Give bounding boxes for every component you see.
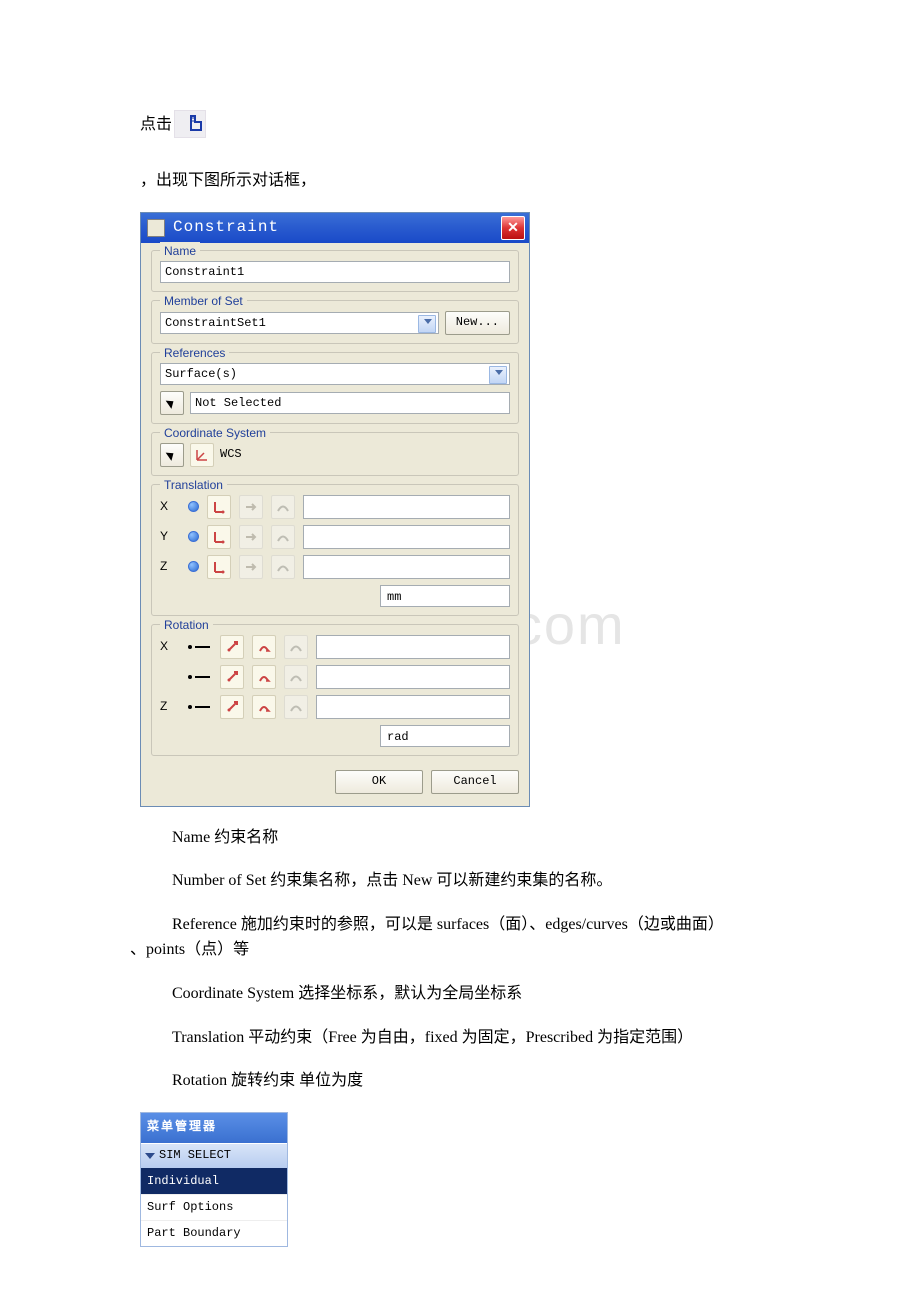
rotation-x-field[interactable] — [316, 635, 510, 659]
menu-header[interactable]: SIM SELECT — [141, 1143, 287, 1168]
free-dot-icon[interactable] — [188, 561, 199, 572]
group-member-title: Member of Set — [160, 292, 247, 311]
coordsys-picker-button[interactable] — [160, 443, 184, 467]
free-dot-icon[interactable] — [188, 501, 199, 512]
axis-label-rz: Z — [160, 697, 180, 716]
rot-prescribed-arrow-icon[interactable] — [252, 695, 276, 719]
prescribed-arrow-icon[interactable] — [239, 525, 263, 549]
group-translation: Translation X Y — [151, 484, 519, 616]
explain-set: Number of Set 约束集名称，点击 New 可以新建约束集的名称。 — [140, 868, 790, 894]
cursor-icon — [166, 397, 177, 409]
explain-coordsys: Coordinate System 选择坐标系，默认为全局坐标系 — [140, 981, 790, 1007]
references-type-dropdown[interactable] — [160, 363, 510, 385]
chevron-down-icon — [145, 1153, 155, 1159]
member-set-dropdown[interactable] — [160, 312, 439, 334]
explain-ref-b: 、points（点）等 — [130, 937, 790, 963]
group-member-of-set: Member of Set New... — [151, 300, 519, 344]
prescribed-curve-icon[interactable] — [271, 495, 295, 519]
free-dot-icon[interactable] — [188, 531, 199, 542]
axis-label-y: Y — [160, 527, 180, 546]
coordsys-value: WCS — [220, 445, 242, 464]
group-rotation: Rotation X Z — [151, 624, 519, 756]
group-references-title: References — [160, 344, 229, 363]
rot-free-icon[interactable] — [188, 672, 212, 682]
dialog-title: Constraint — [173, 215, 501, 241]
menu-title: 菜单管理器 — [141, 1113, 287, 1143]
explain-ref-a: Reference 施加约束时的参照，可以是 surfaces（面）、edges… — [140, 912, 790, 938]
explain-rotation: Rotation 旋转约束 单位为度 — [140, 1068, 790, 1094]
rotation-row-x: X — [160, 635, 510, 659]
axis-label-z: Z — [160, 557, 180, 576]
rot-fixed-anchor-icon[interactable] — [220, 635, 244, 659]
chevron-down-icon — [424, 319, 432, 324]
new-set-button[interactable]: New... — [445, 311, 510, 335]
translation-row-x: X — [160, 495, 510, 519]
menu-header-label: SIM SELECT — [159, 1146, 231, 1165]
dialog-titlebar: Constraint ✕ — [141, 213, 529, 244]
group-translation-title: Translation — [160, 476, 227, 495]
rot-prescribed-arrow-icon[interactable] — [252, 665, 276, 689]
menu-manager: 菜单管理器 SIM SELECT Individual Surf Options… — [140, 1112, 288, 1248]
chevron-down-icon — [495, 370, 503, 375]
select-picker-button[interactable] — [160, 391, 184, 415]
references-type-value[interactable] — [160, 363, 510, 385]
member-set-value[interactable] — [160, 312, 439, 334]
rot-prescribed-curve-icon[interactable] — [284, 695, 308, 719]
translation-y-field[interactable] — [303, 525, 510, 549]
prescribed-arrow-icon[interactable] — [239, 495, 263, 519]
wcs-axes-icon — [190, 443, 214, 467]
prescribed-curve-icon[interactable] — [271, 555, 295, 579]
rot-fixed-anchor-icon[interactable] — [220, 695, 244, 719]
rot-free-icon[interactable] — [188, 702, 212, 712]
explain-name: Name 约束名称 — [140, 825, 790, 851]
fixed-anchor-icon[interactable] — [207, 525, 231, 549]
constraint-tool-icon — [174, 110, 206, 138]
translation-row-z: Z — [160, 555, 510, 579]
rot-prescribed-arrow-icon[interactable] — [252, 635, 276, 659]
menu-item-individual[interactable]: Individual — [141, 1168, 287, 1194]
explain-translation: Translation 平动约束（Free 为自由，fixed 为固定，Pres… — [140, 1025, 790, 1051]
translation-row-y: Y — [160, 525, 510, 549]
ok-button[interactable]: OK — [335, 770, 423, 794]
menu-item-part-boundary[interactable]: Part Boundary — [141, 1220, 287, 1246]
axis-label-x: X — [160, 497, 180, 516]
group-references: References — [151, 352, 519, 424]
rot-prescribed-curve-icon[interactable] — [284, 635, 308, 659]
translation-z-field[interactable] — [303, 555, 510, 579]
system-icon — [147, 219, 165, 237]
close-icon[interactable]: ✕ — [501, 216, 525, 240]
translation-unit[interactable]: mm — [380, 585, 510, 607]
prescribed-curve-icon[interactable] — [271, 525, 295, 549]
rotation-row-y — [160, 665, 510, 689]
rotation-z-field[interactable] — [316, 695, 510, 719]
constraint-dialog: Constraint ✕ Name Member of Set New... — [140, 212, 530, 807]
rotation-unit[interactable]: rad — [380, 725, 510, 747]
rot-free-icon[interactable] — [188, 642, 212, 652]
fixed-anchor-icon[interactable] — [207, 555, 231, 579]
references-status[interactable] — [190, 392, 510, 414]
rotation-row-z: Z — [160, 695, 510, 719]
cursor-icon — [166, 449, 177, 461]
group-coordsys-title: Coordinate System — [160, 424, 270, 443]
rot-fixed-anchor-icon[interactable] — [220, 665, 244, 689]
click-prefix: 点击 — [140, 112, 172, 138]
fixed-anchor-icon[interactable] — [207, 495, 231, 519]
axis-label-rx: X — [160, 637, 180, 656]
prescribed-arrow-icon[interactable] — [239, 555, 263, 579]
group-rotation-title: Rotation — [160, 616, 213, 635]
name-input[interactable] — [160, 261, 510, 283]
group-name-title: Name — [160, 242, 200, 261]
group-coord-sys: Coordinate System WCS — [151, 432, 519, 476]
group-name: Name — [151, 250, 519, 292]
rot-prescribed-curve-icon[interactable] — [284, 665, 308, 689]
click-icon-sentence: 点击 — [140, 110, 790, 138]
intro-desc: ，出现下图所示对话框， — [140, 168, 790, 194]
rotation-y-field[interactable] — [316, 665, 510, 689]
translation-x-field[interactable] — [303, 495, 510, 519]
cancel-button[interactable]: Cancel — [431, 770, 519, 794]
menu-item-surf-options[interactable]: Surf Options — [141, 1194, 287, 1220]
